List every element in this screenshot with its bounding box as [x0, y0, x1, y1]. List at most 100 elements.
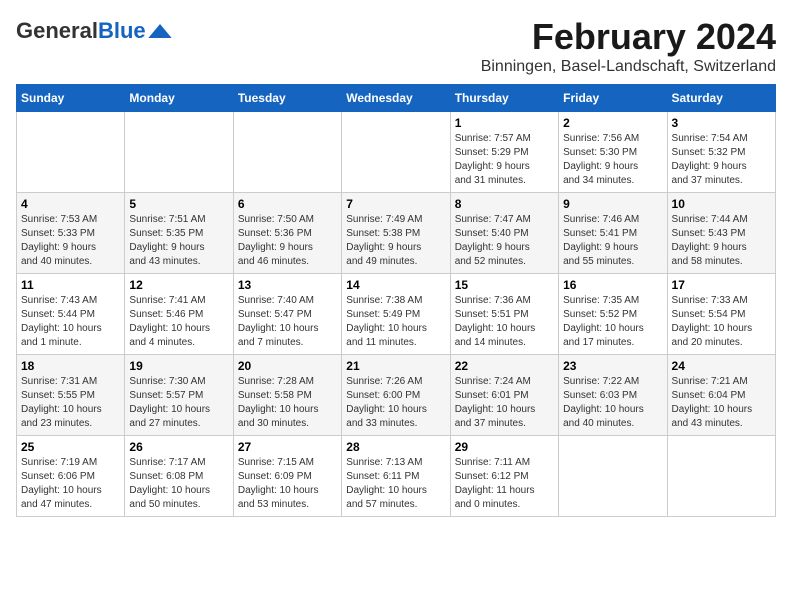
day-number: 14 — [346, 278, 445, 292]
calendar-week-row: 18Sunrise: 7:31 AM Sunset: 5:55 PM Dayli… — [17, 355, 776, 436]
day-info: Sunrise: 7:19 AM Sunset: 6:06 PM Dayligh… — [21, 456, 120, 512]
calendar-cell: 25 Sunrise: 7:19 AM Sunset: 6:06 PM Dayli… — [17, 436, 125, 517]
day-info: Sunrise: 7:47 AM Sunset: 5:40 PM Dayligh… — [455, 213, 554, 269]
calendar-cell: 19 Sunrise: 7:30 AM Sunset: 5:57 PM Dayli… — [125, 355, 233, 436]
calendar-cell: 2 Sunrise: 7:56 AM Sunset: 5:30 PM Daylig… — [559, 112, 667, 193]
day-info: Sunrise: 7:17 AM Sunset: 6:08 PM Dayligh… — [129, 456, 228, 512]
day-info: Sunrise: 7:15 AM Sunset: 6:09 PM Dayligh… — [238, 456, 337, 512]
calendar-cell: 13 Sunrise: 7:40 AM Sunset: 5:47 PM Dayli… — [233, 274, 341, 355]
calendar-cell: 7Sunrise: 7:49 AM Sunset: 5:38 PM Daylig… — [342, 193, 450, 274]
day-number: 26 — [129, 440, 228, 454]
calendar-cell: 21 Sunrise: 7:26 AM Sunset: 6:00 PM Dayli… — [342, 355, 450, 436]
calendar-cell: 22 Sunrise: 7:24 AM Sunset: 6:01 PM Dayli… — [450, 355, 558, 436]
header-cell-sunday: Sunday — [17, 85, 125, 112]
calendar-cell: 12 Sunrise: 7:41 AM Sunset: 5:46 PM Dayli… — [125, 274, 233, 355]
calendar-cell: 26 Sunrise: 7:17 AM Sunset: 6:08 PM Dayli… — [125, 436, 233, 517]
day-info: Sunrise: 7:46 AM Sunset: 5:41 PM Dayligh… — [563, 213, 662, 269]
day-number: 28 — [346, 440, 445, 454]
day-info: Sunrise: 7:21 AM Sunset: 6:04 PM Dayligh… — [672, 375, 771, 431]
day-number: 29 — [455, 440, 554, 454]
header-cell-monday: Monday — [125, 85, 233, 112]
day-number: 11 — [21, 278, 120, 292]
calendar-cell: 1Sunrise: 7:57 AM Sunset: 5:29 PM Daylig… — [450, 112, 558, 193]
day-info: Sunrise: 7:33 AM Sunset: 5:54 PM Dayligh… — [672, 294, 771, 350]
day-info: Sunrise: 7:41 AM Sunset: 5:46 PM Dayligh… — [129, 294, 228, 350]
day-number: 24 — [672, 359, 771, 373]
day-info: Sunrise: 7:50 AM Sunset: 5:36 PM Dayligh… — [238, 213, 337, 269]
day-number: 20 — [238, 359, 337, 373]
day-info: Sunrise: 7:11 AM Sunset: 6:12 PM Dayligh… — [455, 456, 554, 512]
calendar-cell — [125, 112, 233, 193]
calendar-week-row: 11Sunrise: 7:43 AM Sunset: 5:44 PM Dayli… — [17, 274, 776, 355]
calendar-cell — [233, 112, 341, 193]
day-info: Sunrise: 7:28 AM Sunset: 5:58 PM Dayligh… — [238, 375, 337, 431]
calendar-cell: 8 Sunrise: 7:47 AM Sunset: 5:40 PM Daylig… — [450, 193, 558, 274]
day-number: 22 — [455, 359, 554, 373]
day-info: Sunrise: 7:35 AM Sunset: 5:52 PM Dayligh… — [563, 294, 662, 350]
header-cell-wednesday: Wednesday — [342, 85, 450, 112]
header: GeneralBlue February 2024 Binningen, Bas… — [16, 16, 776, 76]
day-info: Sunrise: 7:56 AM Sunset: 5:30 PM Dayligh… — [563, 132, 662, 188]
day-number: 7 — [346, 197, 445, 211]
day-info: Sunrise: 7:38 AM Sunset: 5:49 PM Dayligh… — [346, 294, 445, 350]
day-number: 18 — [21, 359, 120, 373]
day-info: Sunrise: 7:30 AM Sunset: 5:57 PM Dayligh… — [129, 375, 228, 431]
day-number: 12 — [129, 278, 228, 292]
day-number: 9 — [563, 197, 662, 211]
day-number: 15 — [455, 278, 554, 292]
day-number: 27 — [238, 440, 337, 454]
day-number: 25 — [21, 440, 120, 454]
calendar-cell: 29 Sunrise: 7:11 AM Sunset: 6:12 PM Dayli… — [450, 436, 558, 517]
logo-text: GeneralBlue — [16, 20, 146, 42]
calendar-week-row: 1Sunrise: 7:57 AM Sunset: 5:29 PM Daylig… — [17, 112, 776, 193]
calendar-cell: 3 Sunrise: 7:54 AM Sunset: 5:32 PM Daylig… — [667, 112, 775, 193]
day-number: 6 — [238, 197, 337, 211]
calendar-week-row: 4Sunrise: 7:53 AM Sunset: 5:33 PM Daylig… — [17, 193, 776, 274]
day-number: 8 — [455, 197, 554, 211]
day-number: 3 — [672, 116, 771, 130]
calendar-cell: 5Sunrise: 7:51 AM Sunset: 5:35 PM Daylig… — [125, 193, 233, 274]
calendar-week-row: 25 Sunrise: 7:19 AM Sunset: 6:06 PM Dayli… — [17, 436, 776, 517]
day-info: Sunrise: 7:13 AM Sunset: 6:11 PM Dayligh… — [346, 456, 445, 512]
day-number: 2 — [563, 116, 662, 130]
header-cell-thursday: Thursday — [450, 85, 558, 112]
calendar-header-row: SundayMondayTuesdayWednesdayThursdayFrid… — [17, 85, 776, 112]
day-number: 16 — [563, 278, 662, 292]
calendar-cell — [667, 436, 775, 517]
logo-general: General — [16, 18, 98, 43]
title-section: February 2024 Binningen, Basel-Landschaf… — [481, 16, 776, 76]
calendar-cell: 23Sunrise: 7:22 AM Sunset: 6:03 PM Dayli… — [559, 355, 667, 436]
calendar-cell — [342, 112, 450, 193]
day-number: 10 — [672, 197, 771, 211]
calendar-cell: 28 Sunrise: 7:13 AM Sunset: 6:11 PM Dayli… — [342, 436, 450, 517]
day-number: 21 — [346, 359, 445, 373]
calendar-cell: 11Sunrise: 7:43 AM Sunset: 5:44 PM Dayli… — [17, 274, 125, 355]
day-info: Sunrise: 7:53 AM Sunset: 5:33 PM Dayligh… — [21, 213, 120, 269]
day-info: Sunrise: 7:57 AM Sunset: 5:29 PM Dayligh… — [455, 132, 554, 188]
calendar-cell: 16 Sunrise: 7:35 AM Sunset: 5:52 PM Dayli… — [559, 274, 667, 355]
day-info: Sunrise: 7:54 AM Sunset: 5:32 PM Dayligh… — [672, 132, 771, 188]
day-info: Sunrise: 7:40 AM Sunset: 5:47 PM Dayligh… — [238, 294, 337, 350]
day-number: 17 — [672, 278, 771, 292]
calendar-cell: 20 Sunrise: 7:28 AM Sunset: 5:58 PM Dayli… — [233, 355, 341, 436]
calendar-cell — [17, 112, 125, 193]
day-number: 19 — [129, 359, 228, 373]
calendar-cell: 10 Sunrise: 7:44 AM Sunset: 5:43 PM Dayli… — [667, 193, 775, 274]
logo: GeneralBlue — [16, 20, 172, 42]
day-number: 23 — [563, 359, 662, 373]
calendar-cell: 4Sunrise: 7:53 AM Sunset: 5:33 PM Daylig… — [17, 193, 125, 274]
calendar-cell: 9 Sunrise: 7:46 AM Sunset: 5:41 PM Daylig… — [559, 193, 667, 274]
day-info: Sunrise: 7:24 AM Sunset: 6:01 PM Dayligh… — [455, 375, 554, 431]
calendar-cell: 27 Sunrise: 7:15 AM Sunset: 6:09 PM Dayli… — [233, 436, 341, 517]
day-info: Sunrise: 7:36 AM Sunset: 5:51 PM Dayligh… — [455, 294, 554, 350]
day-info: Sunrise: 7:44 AM Sunset: 5:43 PM Dayligh… — [672, 213, 771, 269]
day-info: Sunrise: 7:26 AM Sunset: 6:00 PM Dayligh… — [346, 375, 445, 431]
calendar-cell: 15 Sunrise: 7:36 AM Sunset: 5:51 PM Dayli… — [450, 274, 558, 355]
calendar-cell: 24 Sunrise: 7:21 AM Sunset: 6:04 PM Dayli… — [667, 355, 775, 436]
calendar-table: SundayMondayTuesdayWednesdayThursdayFrid… — [16, 84, 776, 517]
main-title: February 2024 — [481, 16, 776, 58]
day-number: 5 — [129, 197, 228, 211]
calendar-cell: 18Sunrise: 7:31 AM Sunset: 5:55 PM Dayli… — [17, 355, 125, 436]
day-number: 13 — [238, 278, 337, 292]
header-cell-friday: Friday — [559, 85, 667, 112]
